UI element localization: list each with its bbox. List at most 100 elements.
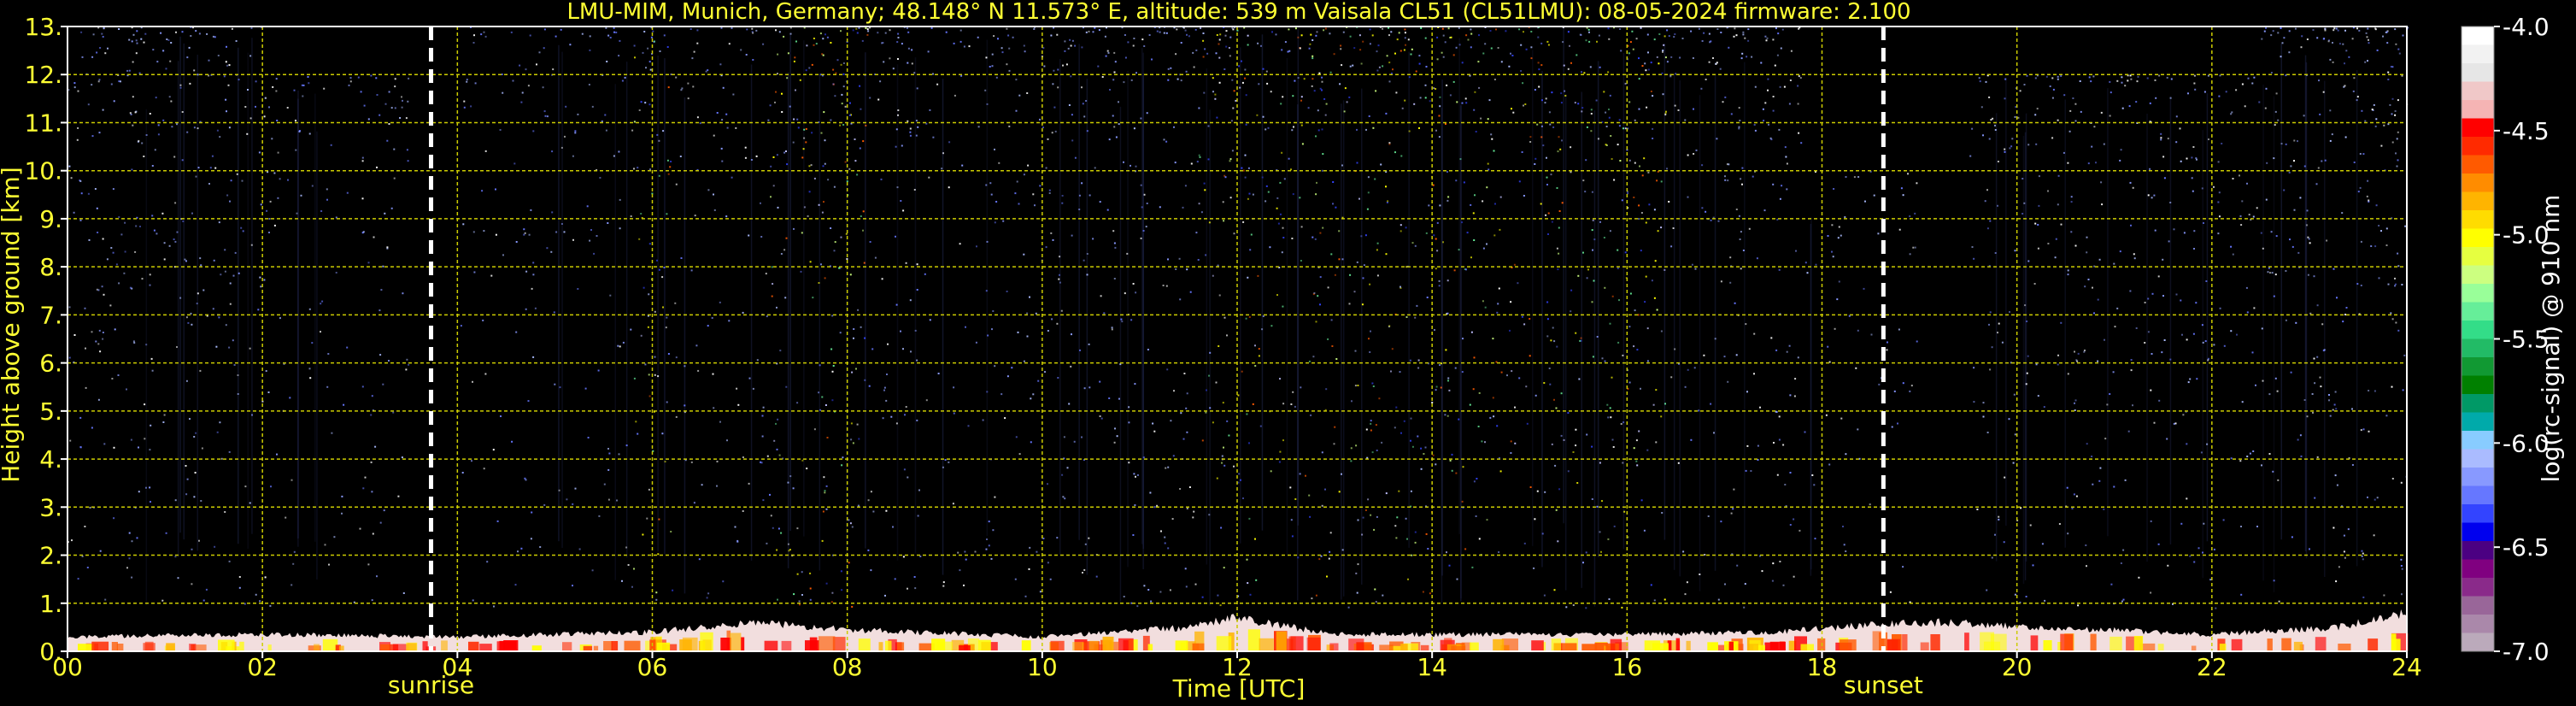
signal-dot	[382, 265, 384, 268]
signal-dot	[1328, 557, 1330, 560]
signal-dot	[129, 286, 132, 289]
signal-dot	[2385, 227, 2388, 230]
signal-dot	[648, 61, 651, 63]
signal-dot	[150, 357, 153, 360]
signal-dot	[1411, 445, 1414, 448]
signal-dot	[388, 123, 390, 125]
signal-dot	[1534, 89, 1536, 91]
signal-dot	[2288, 30, 2291, 32]
signal-dot	[2193, 230, 2196, 232]
signal-dot	[777, 206, 779, 209]
signal-dot	[1617, 249, 1619, 251]
signal-dot	[1238, 65, 1241, 68]
signal-dot	[1739, 238, 1741, 240]
signal-dot	[1162, 285, 1165, 286]
signal-dot	[2391, 141, 2394, 144]
signal-dot	[995, 201, 998, 203]
signal-dot	[490, 274, 493, 277]
signal-dot	[666, 316, 668, 319]
signal-dot	[185, 493, 188, 496]
colorbar-swatch	[2462, 284, 2494, 303]
signal-dot	[1370, 429, 1372, 432]
signal-dot	[777, 598, 778, 601]
signal-dot	[1606, 403, 1609, 406]
signal-dot	[1797, 356, 1799, 359]
signal-dot	[138, 491, 140, 493]
signal-dot	[2375, 118, 2378, 121]
signal-dot	[911, 62, 913, 65]
signal-dot	[1081, 436, 1083, 438]
signal-dot	[696, 29, 699, 32]
signal-dot	[267, 171, 269, 174]
signal-dot	[1132, 534, 1135, 536]
signal-dot	[1123, 81, 1125, 84]
signal-dot	[1034, 204, 1036, 207]
signal-dot	[1319, 232, 1322, 234]
signal-dot	[1575, 332, 1577, 334]
signal-dot	[1371, 382, 1374, 385]
signal-dot	[341, 495, 343, 497]
signal-dot	[2074, 103, 2077, 105]
signal-dot	[2367, 496, 2368, 498]
boundary-layer-patch	[322, 638, 338, 651]
signal-dot	[774, 101, 776, 103]
signal-dot	[822, 165, 824, 168]
signal-dot	[1153, 506, 1156, 509]
signal-dot	[1216, 116, 1218, 119]
signal-dot	[1276, 197, 1279, 199]
signal-dot	[2293, 139, 2296, 142]
signal-dot	[2051, 137, 2054, 139]
signal-dot	[1173, 390, 1175, 392]
signal-dot	[886, 374, 888, 375]
boundary-layer-patch	[1817, 638, 1826, 651]
signal-dot	[77, 90, 79, 92]
signal-dot	[2345, 307, 2348, 309]
signal-dot	[1329, 32, 1331, 35]
signal-dot	[1628, 326, 1631, 328]
signal-dot	[1050, 232, 1053, 234]
signal-dot	[2103, 508, 2105, 510]
signal-dot	[96, 51, 98, 54]
signal-dot	[73, 86, 76, 89]
signal-dot	[1035, 312, 1037, 315]
signal-dot	[1782, 584, 1785, 586]
signal-dot	[1362, 516, 1364, 519]
signal-dot	[824, 33, 826, 36]
signal-dot	[1511, 370, 1513, 373]
signal-dot	[1357, 385, 1359, 386]
signal-dot	[1423, 453, 1425, 455]
signal-dot	[510, 31, 513, 33]
signal-dot	[1780, 47, 1782, 50]
signal-dot	[2116, 79, 2119, 82]
signal-dot	[909, 131, 912, 133]
signal-dot	[346, 346, 349, 349]
signal-dot	[1540, 42, 1543, 44]
signal-dot	[2344, 85, 2346, 87]
signal-dot	[2397, 252, 2399, 255]
signal-dot	[1558, 210, 1561, 212]
signal-dot	[1750, 470, 1752, 472]
signal-dot	[1311, 57, 1314, 60]
signal-dot	[1765, 39, 1768, 42]
signal-dot	[650, 36, 653, 38]
signal-dot	[1607, 416, 1610, 419]
signal-dot	[1712, 57, 1714, 59]
signal-streak	[1563, 26, 1564, 524]
signal-dot	[2088, 76, 2091, 79]
signal-dot	[1747, 28, 1750, 31]
signal-dot	[373, 236, 375, 238]
signal-dot	[2344, 62, 2345, 65]
signal-dot	[1444, 41, 1446, 44]
signal-dot	[1218, 56, 1221, 59]
signal-dot	[2019, 90, 2021, 92]
signal-dot	[1445, 123, 1446, 125]
signal-dot	[1123, 596, 1125, 597]
signal-dot	[2385, 31, 2387, 33]
signal-dot	[1897, 422, 1898, 425]
signal-dot	[402, 592, 405, 594]
signal-dot	[1105, 55, 1107, 57]
signal-dot	[1133, 127, 1135, 130]
signal-dot	[1319, 276, 1322, 279]
signal-dot	[2208, 138, 2209, 140]
signal-dot	[830, 601, 833, 603]
